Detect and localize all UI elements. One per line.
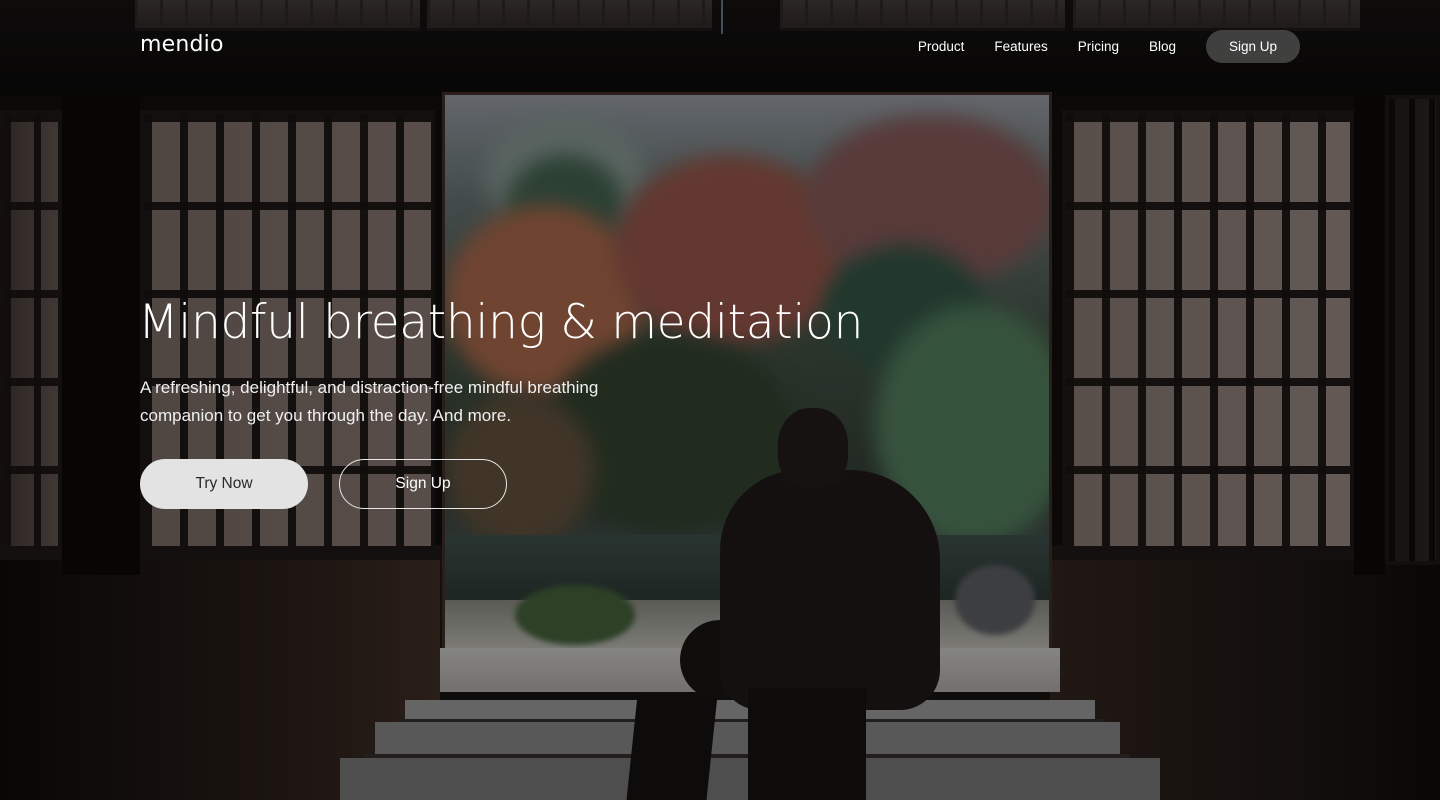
brand-logo[interactable]: mendio [140, 32, 224, 57]
hero-subtext: A refreshing, delightful, and distractio… [140, 378, 599, 425]
hero-headline: Mindful breathing & meditation [138, 295, 864, 350]
try-now-button[interactable]: Try Now [140, 459, 308, 509]
hero-section: mendio Product Features Pricing Blog Sig… [0, 0, 1440, 800]
nav-link-features[interactable]: Features [994, 39, 1047, 54]
top-navigation: Product Features Pricing Blog Sign Up [918, 30, 1300, 63]
nav-link-pricing[interactable]: Pricing [1078, 39, 1119, 54]
nav-link-blog[interactable]: Blog [1149, 39, 1176, 54]
nav-sign-up-button[interactable]: Sign Up [1206, 30, 1300, 63]
hero-sign-up-button[interactable]: Sign Up [339, 459, 507, 509]
nav-link-product[interactable]: Product [918, 39, 965, 54]
